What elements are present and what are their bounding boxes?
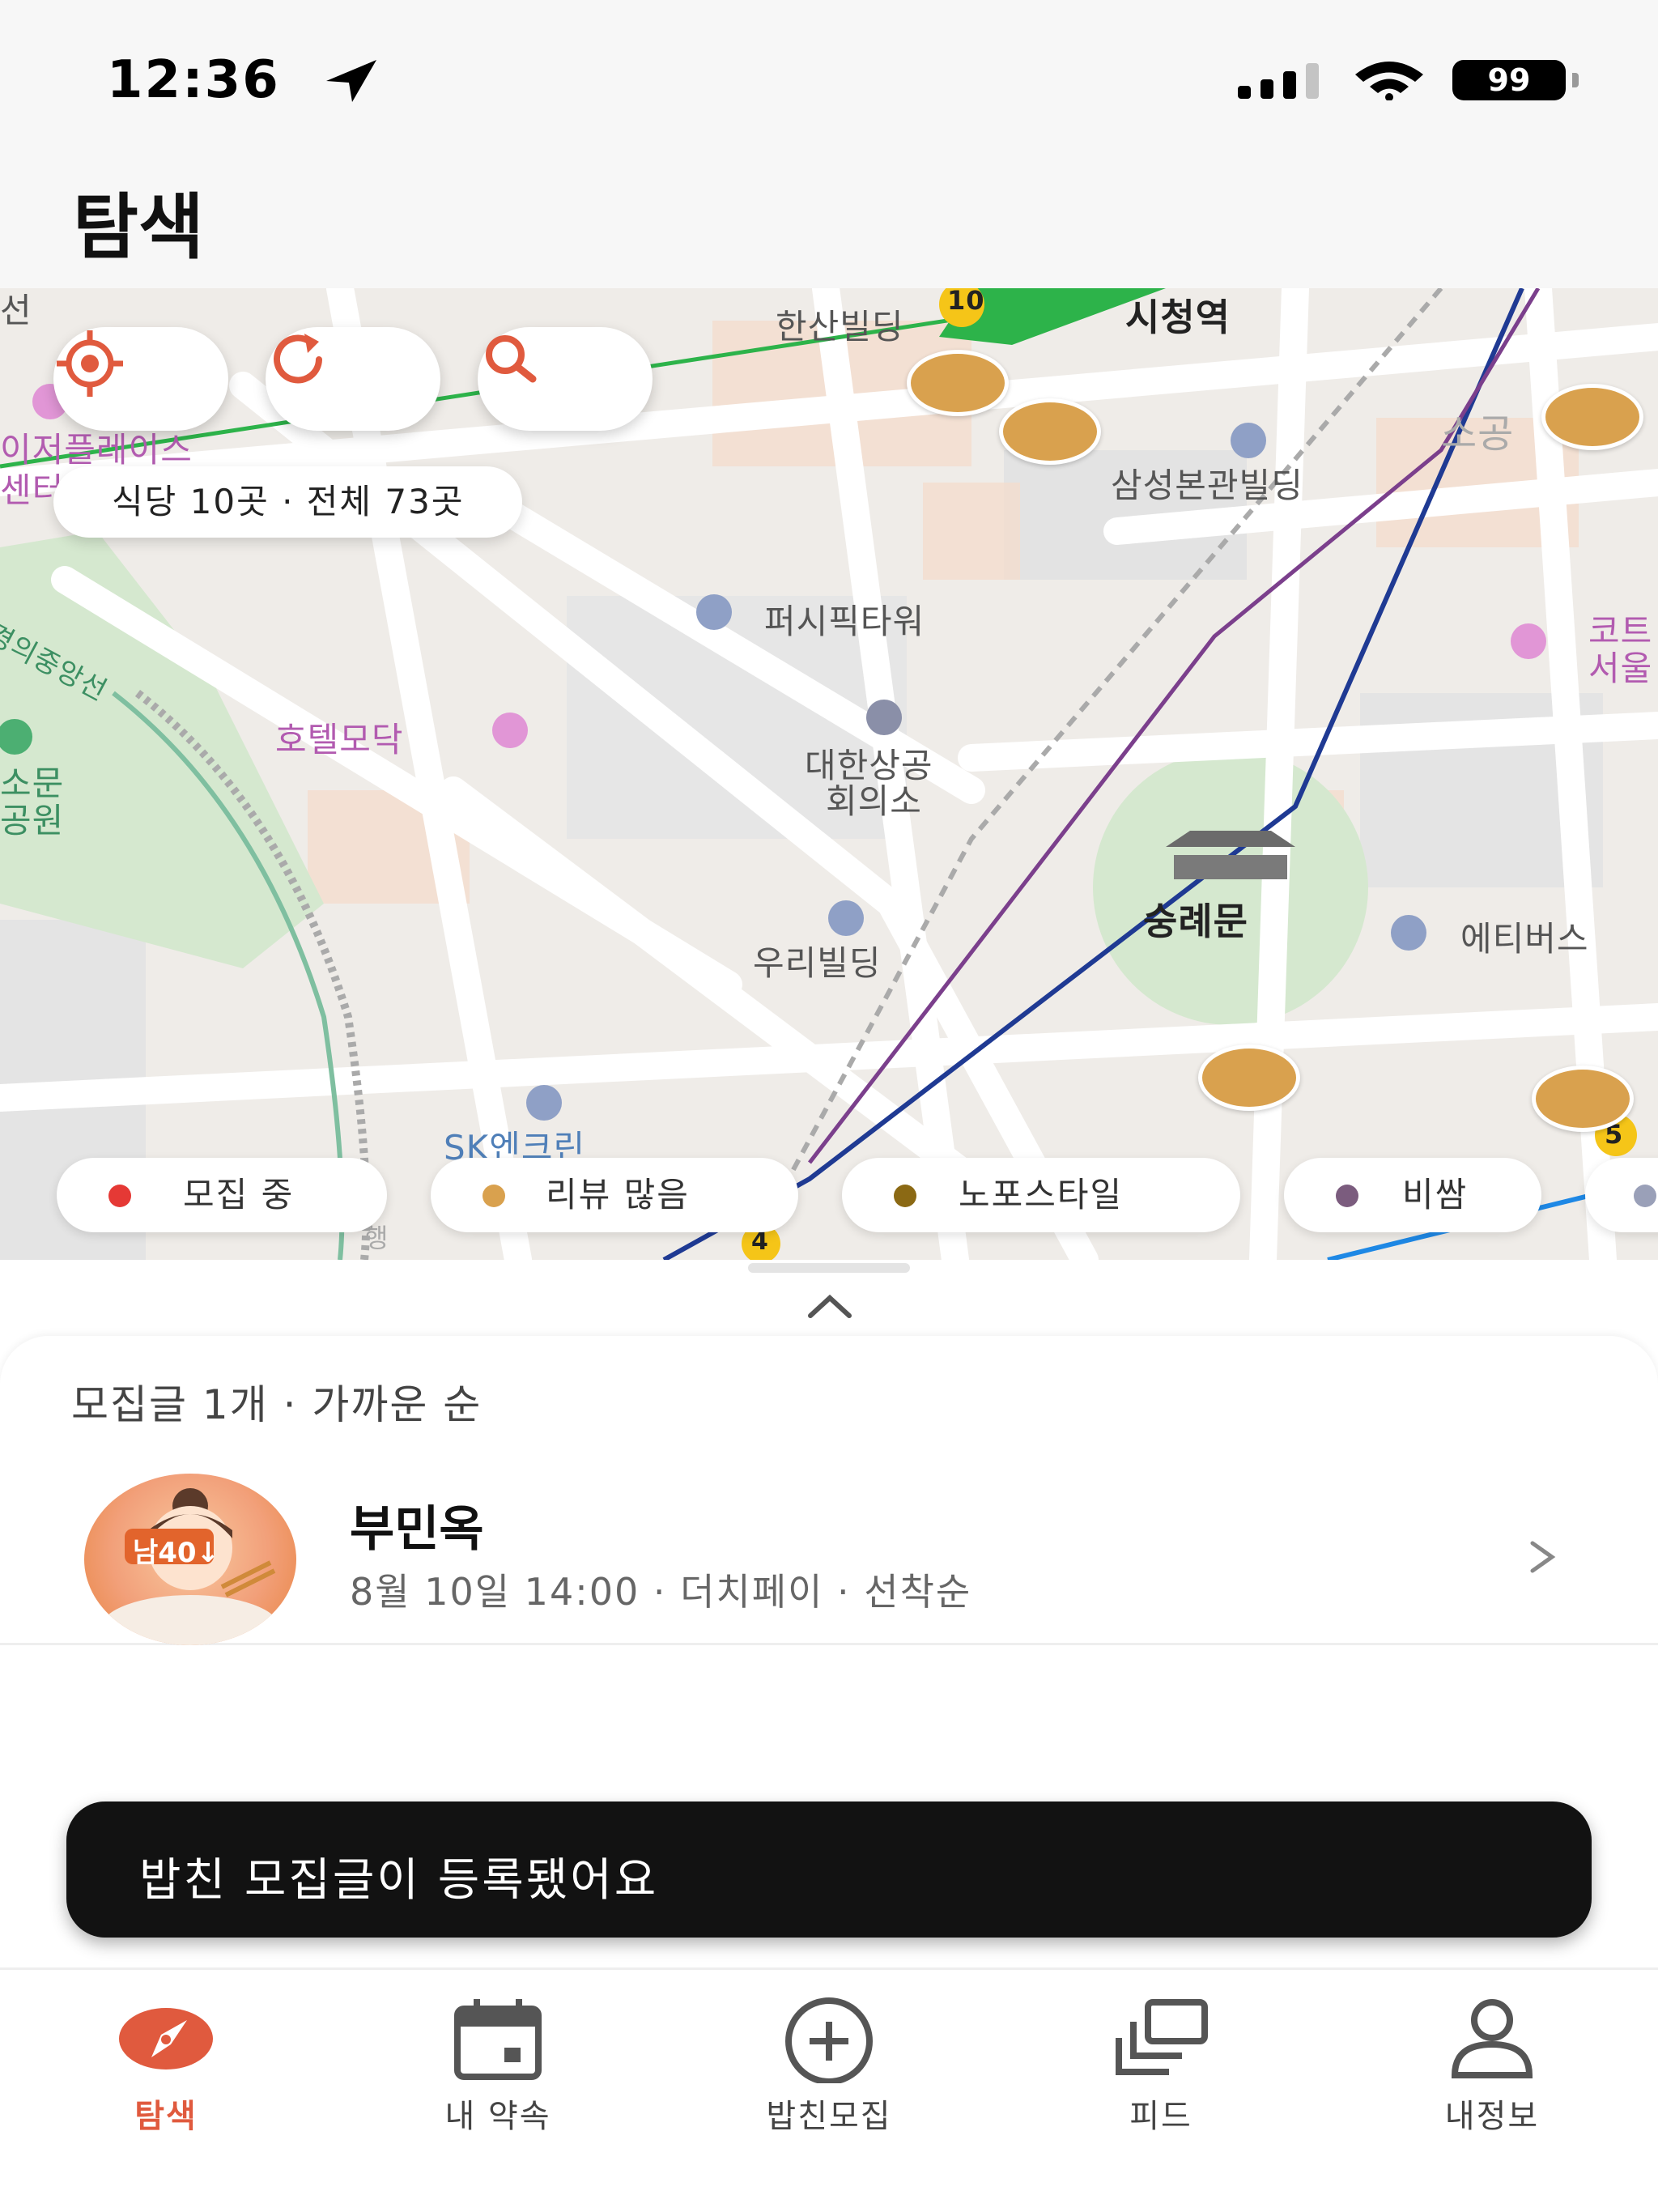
tab-explore[interactable]: 탐색 (45, 1994, 287, 2156)
tab-my-appointments[interactable]: 내 약속 (376, 1994, 619, 2156)
legend-chip-old-style[interactable]: 노포스타일 (842, 1158, 1240, 1232)
map-label-hotel: 호텔모닥 (275, 720, 404, 759)
restaurant-pin[interactable] (999, 398, 1101, 465)
results-summary: 모집글 1개 · 가까운 순 (71, 1381, 483, 1428)
battery-cap (1572, 73, 1579, 87)
tab-feed[interactable]: 피드 (1039, 1994, 1282, 2156)
status-time: 12:36 (107, 50, 280, 110)
restaurant-pin[interactable] (907, 350, 1009, 416)
battery-level: 99 (1452, 60, 1566, 100)
tab-label: 내정보 (1444, 2098, 1540, 2135)
battery-indicator: 99 (1452, 60, 1579, 100)
legend-dot (1336, 1185, 1358, 1207)
location-arrow-icon (326, 60, 376, 102)
legend-label: 비쌈 (1402, 1175, 1469, 1214)
refresh-icon (274, 334, 322, 384)
person-icon (1451, 1999, 1533, 2078)
legend-dot (1634, 1185, 1656, 1207)
map-label-korea-2: 서울 (1588, 649, 1653, 688)
legend-dot (108, 1185, 131, 1207)
sheet-drag-handle[interactable] (748, 1263, 910, 1273)
legend-label: 모집 중 (183, 1175, 295, 1214)
plus-circle-icon (785, 1997, 873, 2083)
chevron-right-icon (1530, 1541, 1556, 1573)
map-label-samsung: 삼성본관빌딩 (1111, 466, 1303, 505)
toast-notification: 밥친 모집글이 등록됐어요 (66, 1802, 1592, 1938)
map-badge-10: 10 (947, 288, 985, 316)
legend-chip-recruiting[interactable]: 모집 중 (57, 1158, 387, 1232)
map-count-summary: 식당 10곳 · 전체 73곳 (53, 466, 523, 538)
map-label-sungnyemun: 숭례문 (1143, 900, 1248, 943)
post-meta: 8월 10일 14:00 · 더치페이 · 선착순 (350, 1570, 972, 1614)
legend-dot (894, 1185, 916, 1207)
legend-dot (483, 1185, 505, 1207)
restaurant-pin[interactable] (1532, 1066, 1634, 1132)
host-badge: 남40↓ (133, 1537, 220, 1569)
legend-label: 노포스타일 (959, 1175, 1124, 1214)
map-label-woori: 우리빌딩 (753, 943, 882, 983)
map-label-etivers: 에티버스 (1460, 919, 1589, 959)
post-title: 부민옥 (350, 1501, 484, 1558)
tab-create-meetup[interactable]: 밥친모집 (708, 1994, 950, 2156)
tab-label: 밥친모집 (766, 2098, 892, 2135)
tab-label: 피드 (1129, 2098, 1192, 2135)
status-bar: 12:36 99 (0, 0, 1658, 162)
map-label-chamber-2: 회의소 (826, 781, 922, 821)
map-label-sogong: 소공 (1441, 411, 1515, 457)
chevron-up-icon[interactable] (806, 1291, 854, 1321)
map-label-hansan: 한산빌딩 (776, 307, 904, 347)
cellular-signal-icon (1238, 63, 1319, 99)
toast-message: 밥친 모집글이 등록됐어요 (139, 1854, 659, 1907)
legend-chip-more[interactable] (1585, 1158, 1658, 1232)
avatar: 남40↓ (84, 1474, 296, 1645)
search-icon (486, 335, 537, 383)
map-label-edge-top: 선 (0, 291, 32, 330)
map-view[interactable]: 한산빌딩 시청역 삼성본관빌딩 소공 이저플레이스 센터 선 퍼시픽타워 경의중… (0, 288, 1658, 1260)
restaurant-pin[interactable] (1541, 384, 1643, 450)
crosshair-icon (57, 330, 123, 397)
compass-icon (119, 2008, 213, 2069)
page-title: 탐색 (73, 185, 204, 269)
legend-chip-many-reviews[interactable]: 리뷰 많음 (431, 1158, 798, 1232)
calendar-icon (454, 1999, 542, 2080)
refresh-button[interactable] (266, 327, 440, 431)
restaurant-pin[interactable] (1198, 1044, 1300, 1111)
tab-label: 탐색 (134, 2098, 198, 2135)
tab-label: 내 약속 (444, 2098, 551, 2135)
map-label-park-2: 공원 (0, 801, 65, 840)
map-label-cityhall: 시청역 (1125, 296, 1231, 339)
wifi-icon (1355, 62, 1423, 100)
tab-bar: 탐색 내 약속 밥친모집 피드 내정보 (0, 1967, 1658, 2212)
tab-my-info[interactable]: 내정보 (1371, 1994, 1613, 2156)
cards-icon (1116, 1999, 1208, 2075)
map-label-pacific: 퍼시픽타워 (764, 602, 925, 641)
legend-chip-expensive[interactable]: 비쌈 (1284, 1158, 1541, 1232)
current-location-button[interactable] (53, 327, 228, 431)
post-list-item[interactable]: 남40↓ 부민옥 8월 10일 14:00 · 더치페이 · 선착순 (0, 1457, 1658, 1645)
legend-label: 리뷰 많음 (546, 1175, 690, 1214)
page-header: 탐색 (0, 162, 1658, 288)
search-button[interactable] (478, 327, 653, 431)
